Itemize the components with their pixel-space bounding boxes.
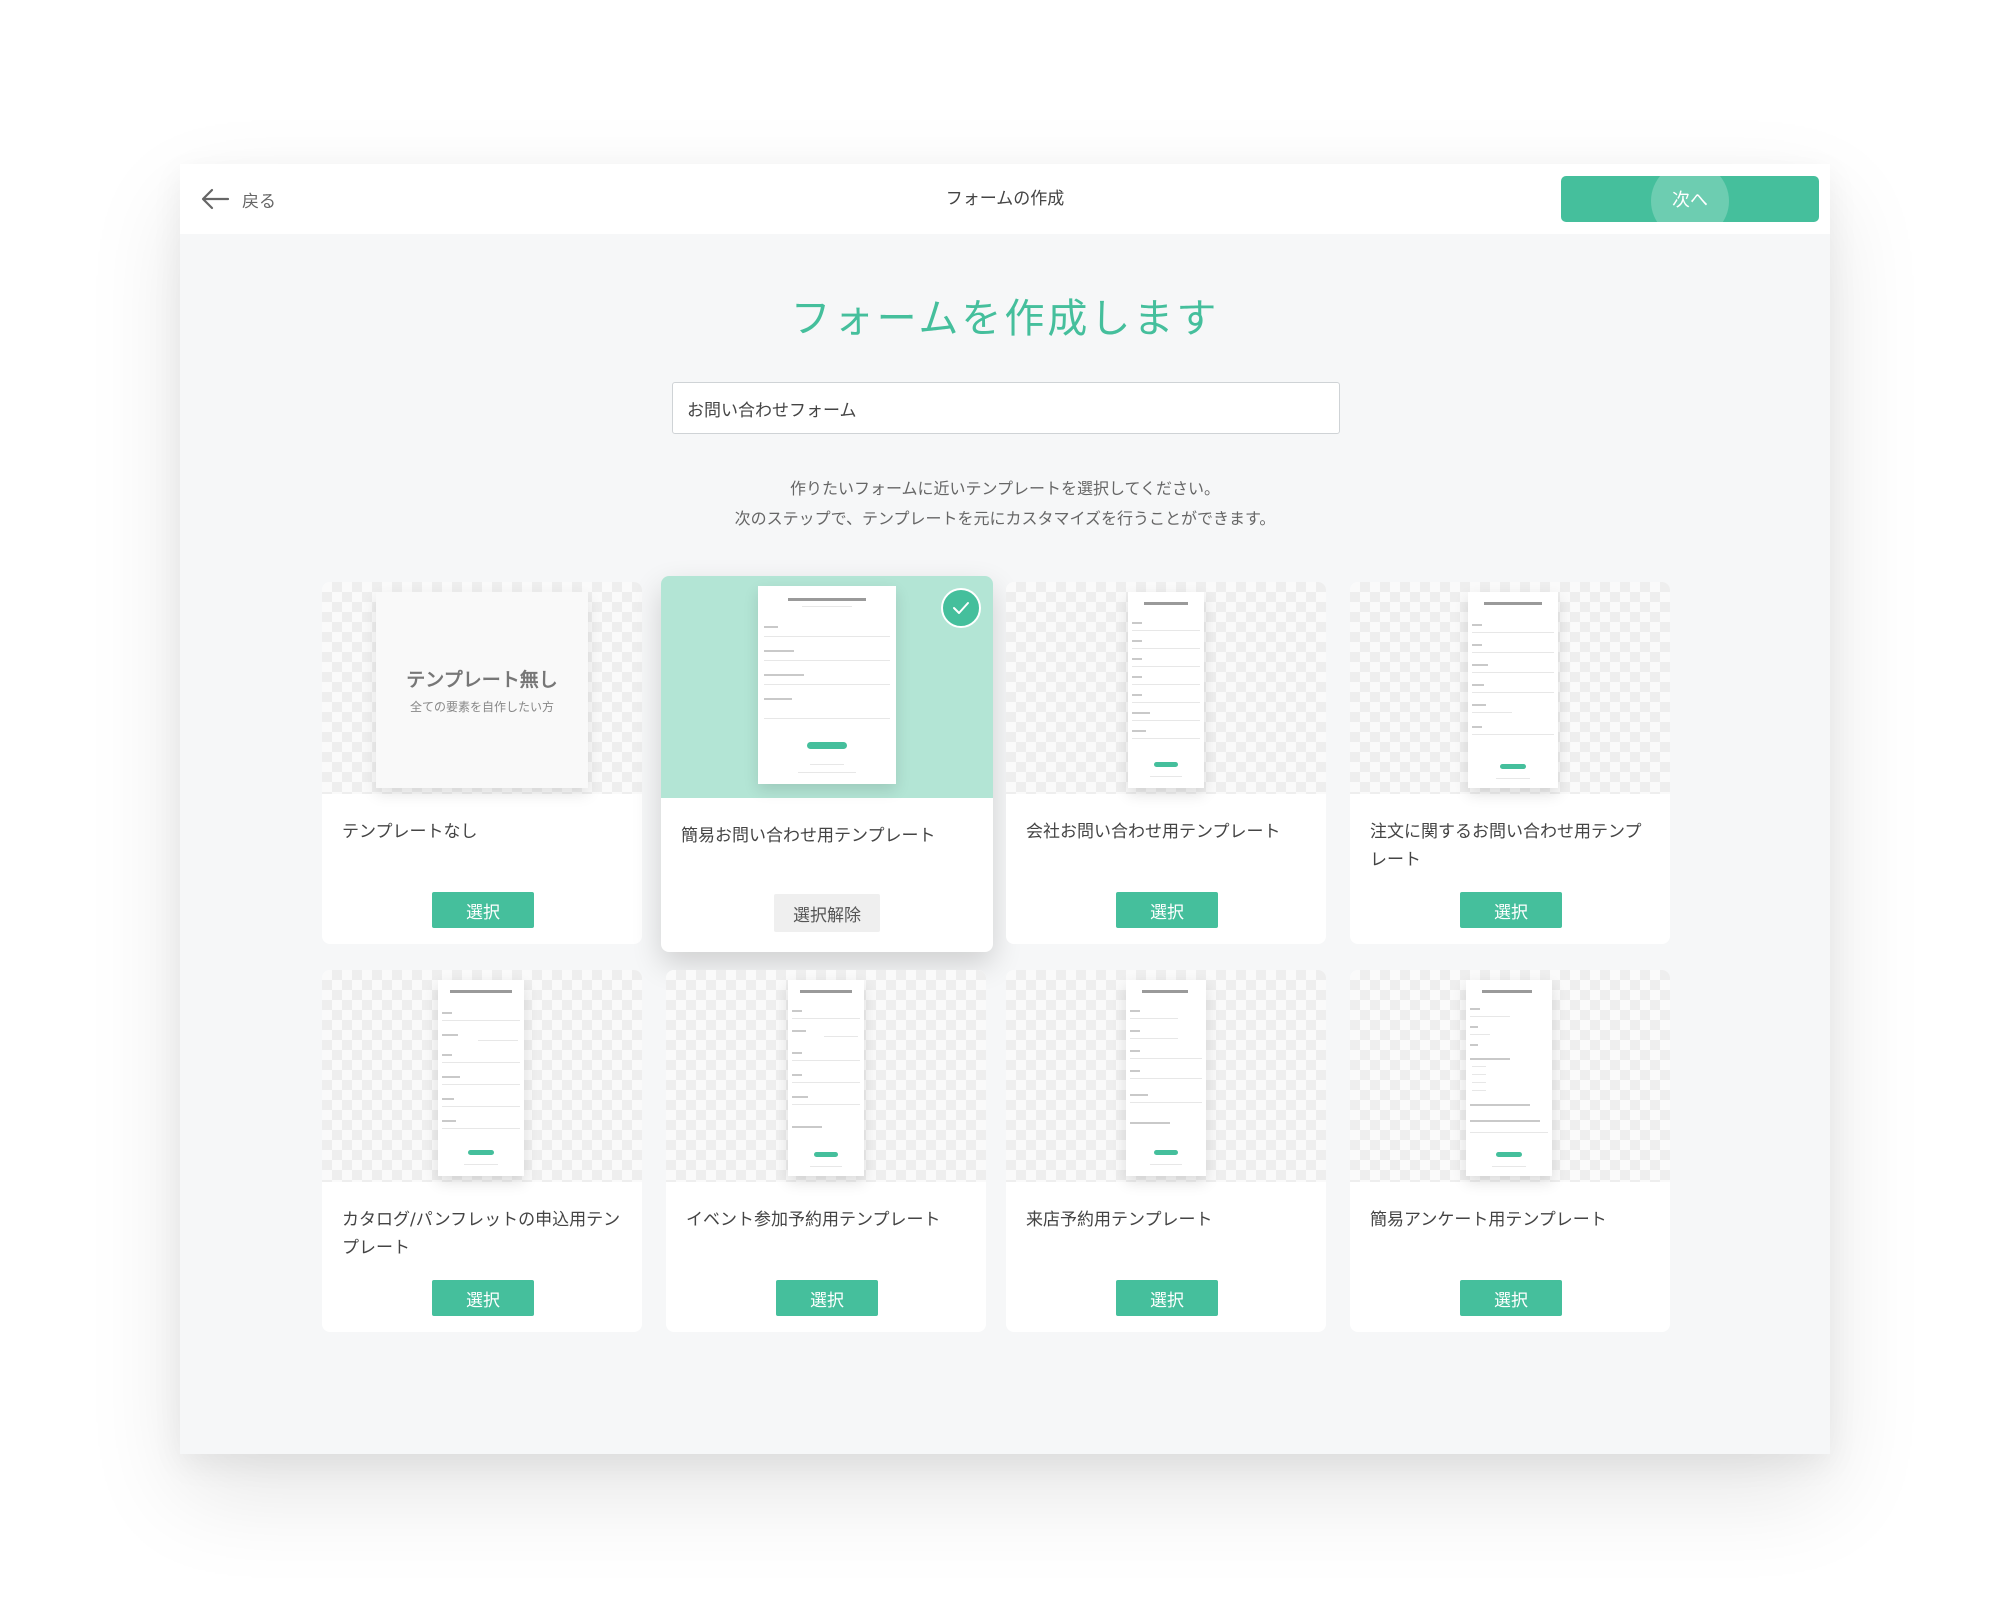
template-preview-paper: [758, 586, 896, 784]
select-button[interactable]: 選択: [1116, 1280, 1218, 1316]
selected-check-icon: [941, 588, 981, 628]
template-thumbnail: [666, 970, 986, 1182]
form-name-input[interactable]: [672, 382, 1340, 434]
blank-template-subtitle: 全ての要素を自作したい方: [409, 700, 554, 714]
template-card-event-booking[interactable]: イベント参加予約用テンプレート 選択: [666, 970, 986, 1332]
template-name: 簡易お問い合わせ用テンプレート: [681, 826, 936, 846]
template-name: カタログ/パンフレットの申込用テンプレート: [342, 1210, 621, 1258]
select-button[interactable]: 選択: [1116, 892, 1218, 928]
blank-template-preview: テンプレート無し 全ての要素を自作したい方: [376, 592, 588, 788]
template-card-catalog-request[interactable]: カタログ/パンフレットの申込用テンプレート 選択: [322, 970, 642, 1332]
description-line-2: 次のステップで、テンプレートを元にカスタマイズを行うことができます。: [734, 509, 1276, 528]
select-button[interactable]: 選択: [776, 1280, 878, 1316]
top-bar: 戻る フォームの作成 次へ: [180, 164, 1830, 234]
select-button[interactable]: 選択: [432, 1280, 534, 1316]
template-preview-paper: [1126, 980, 1206, 1176]
template-name: 来店予約用テンプレート: [1026, 1210, 1213, 1230]
template-thumbnail: [1006, 582, 1326, 794]
select-button[interactable]: 選択: [1460, 1280, 1562, 1316]
template-thumbnail: [322, 970, 642, 1182]
template-name: 注文に関するお問い合わせ用テンプレート: [1370, 822, 1642, 870]
next-button[interactable]: 次へ: [1561, 176, 1819, 222]
form-creation-window: 戻る フォームの作成 次へ フォームを作成します 作りたいフォームに近いテンプレ…: [180, 164, 1830, 1454]
template-card-simple-survey[interactable]: 簡易アンケート用テンプレート 選択: [1350, 970, 1670, 1332]
description: 作りたいフォームに近いテンプレートを選択してください。 次のステップで、テンプレ…: [180, 474, 1830, 534]
select-button[interactable]: 選択: [1460, 892, 1562, 928]
template-thumbnail: [661, 576, 993, 798]
template-card-store-visit[interactable]: 来店予約用テンプレート 選択: [1006, 970, 1326, 1332]
template-thumbnail: テンプレート無し 全ての要素を自作したい方: [322, 582, 642, 794]
main-heading: フォームを作成します: [790, 296, 1220, 342]
template-preview-paper: [788, 980, 864, 1176]
select-button[interactable]: 選択: [432, 892, 534, 928]
next-label: 次へ: [1672, 190, 1708, 211]
template-card-company-inquiry[interactable]: 会社お問い合わせ用テンプレート 選択: [1006, 582, 1326, 944]
template-preview-paper: [1468, 592, 1558, 788]
template-preview-paper: [1128, 592, 1204, 788]
template-card-order-inquiry[interactable]: 注文に関するお問い合わせ用テンプレート 選択: [1350, 582, 1670, 944]
template-preview-paper: [438, 980, 524, 1176]
template-thumbnail: [1350, 970, 1670, 1182]
deselect-button[interactable]: 選択解除: [774, 894, 880, 932]
description-line-1: 作りたいフォームに近いテンプレートを選択してください。: [789, 479, 1221, 498]
template-preview-paper: [1466, 980, 1552, 1176]
template-card-simple-inquiry[interactable]: 簡易お問い合わせ用テンプレート 選択解除: [661, 576, 993, 952]
template-name: 会社お問い合わせ用テンプレート: [1026, 822, 1281, 842]
template-name: 簡易アンケート用テンプレート: [1370, 1210, 1607, 1230]
template-thumbnail: [1350, 582, 1670, 794]
template-card-none[interactable]: テンプレート無し 全ての要素を自作したい方 テンプレートなし 選択: [322, 582, 642, 944]
template-thumbnail: [1006, 970, 1326, 1182]
template-name: テンプレートなし: [342, 822, 478, 842]
blank-template-title: テンプレート無し: [406, 669, 558, 691]
template-name: イベント参加予約用テンプレート: [686, 1210, 941, 1230]
